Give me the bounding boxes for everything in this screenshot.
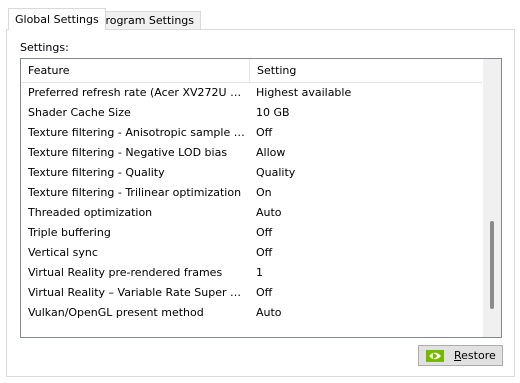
feature-name: Texture filtering - Quality bbox=[28, 166, 165, 179]
tab-global-settings[interactable]: Global Settings bbox=[8, 8, 106, 30]
list-item[interactable]: Threaded optimization Auto bbox=[21, 203, 482, 223]
feature-name: Texture filtering - Trilinear optimizati… bbox=[28, 186, 242, 199]
setting-value[interactable]: Off bbox=[256, 283, 476, 303]
list-item[interactable]: Virtual Reality – Variable Rate Super Sa… bbox=[21, 283, 482, 303]
feature-name: Virtual Reality – Variable Rate Super Sa… bbox=[28, 286, 245, 299]
tab-panel-global-settings: Settings: Feature Setting Preferred refr… bbox=[6, 29, 515, 377]
restore-button-label: Restore bbox=[454, 346, 496, 365]
feature-name: Virtual Reality pre-rendered frames bbox=[28, 266, 223, 279]
list-item[interactable]: Virtual Reality pre-rendered frames 1 bbox=[21, 263, 482, 283]
setting-value[interactable]: Off bbox=[256, 243, 476, 263]
setting-value[interactable]: 10 GB bbox=[256, 103, 476, 123]
setting-value[interactable]: 1 bbox=[256, 263, 476, 283]
scrollbar-thumb[interactable] bbox=[490, 221, 494, 309]
settings-label: Settings: bbox=[20, 41, 69, 54]
setting-value[interactable]: Auto bbox=[256, 203, 476, 223]
list-header: Feature Setting bbox=[21, 59, 482, 83]
tab-program-settings[interactable]: Program Settings bbox=[92, 11, 202, 30]
settings-list[interactable]: Feature Setting Preferred refresh rate (… bbox=[20, 58, 502, 338]
list-item[interactable]: Vulkan/OpenGL present method Auto bbox=[21, 303, 482, 323]
list-rows: Preferred refresh rate (Acer XV272U RV) … bbox=[21, 83, 482, 323]
list-item[interactable]: Vertical sync Off bbox=[21, 243, 482, 263]
feature-name: Texture filtering - Anisotropic sample o… bbox=[28, 126, 245, 139]
setting-value[interactable]: Quality bbox=[256, 163, 476, 183]
tab-bar: Global Settings Program Settings bbox=[0, 0, 520, 30]
list-item[interactable]: Shader Cache Size 10 GB bbox=[21, 103, 482, 123]
nvidia-logo-icon bbox=[426, 350, 444, 362]
list-item[interactable]: Triple buffering Off bbox=[21, 223, 482, 243]
list-item[interactable]: Texture filtering - Quality Quality bbox=[21, 163, 482, 183]
feature-name: Vulkan/OpenGL present method bbox=[28, 306, 204, 319]
setting-value[interactable]: Allow bbox=[256, 143, 476, 163]
feature-name: Triple buffering bbox=[28, 226, 111, 239]
feature-name: Preferred refresh rate (Acer XV272U RV) bbox=[28, 86, 245, 99]
feature-name: Threaded optimization bbox=[28, 206, 153, 219]
column-header-feature[interactable]: Feature bbox=[21, 59, 250, 82]
feature-name: Shader Cache Size bbox=[28, 106, 131, 119]
setting-value[interactable]: Off bbox=[256, 223, 476, 243]
column-header-setting[interactable]: Setting bbox=[250, 59, 482, 82]
setting-value[interactable]: Auto bbox=[256, 303, 476, 323]
list-item[interactable]: Texture filtering - Negative LOD bias Al… bbox=[21, 143, 482, 163]
feature-name: Texture filtering - Negative LOD bias bbox=[28, 146, 228, 159]
list-item[interactable]: Texture filtering - Trilinear optimizati… bbox=[21, 183, 482, 203]
setting-value[interactable]: On bbox=[256, 183, 476, 203]
list-item[interactable]: Preferred refresh rate (Acer XV272U RV) … bbox=[21, 83, 482, 103]
list-item[interactable]: Texture filtering - Anisotropic sample o… bbox=[21, 123, 482, 143]
restore-button[interactable]: Restore bbox=[418, 345, 503, 366]
setting-value[interactable]: Off bbox=[256, 123, 476, 143]
restore-label-rest: estore bbox=[461, 349, 496, 362]
feature-name: Vertical sync bbox=[28, 246, 98, 259]
setting-value[interactable]: Highest available bbox=[256, 83, 476, 103]
vertical-scrollbar[interactable] bbox=[483, 59, 501, 337]
